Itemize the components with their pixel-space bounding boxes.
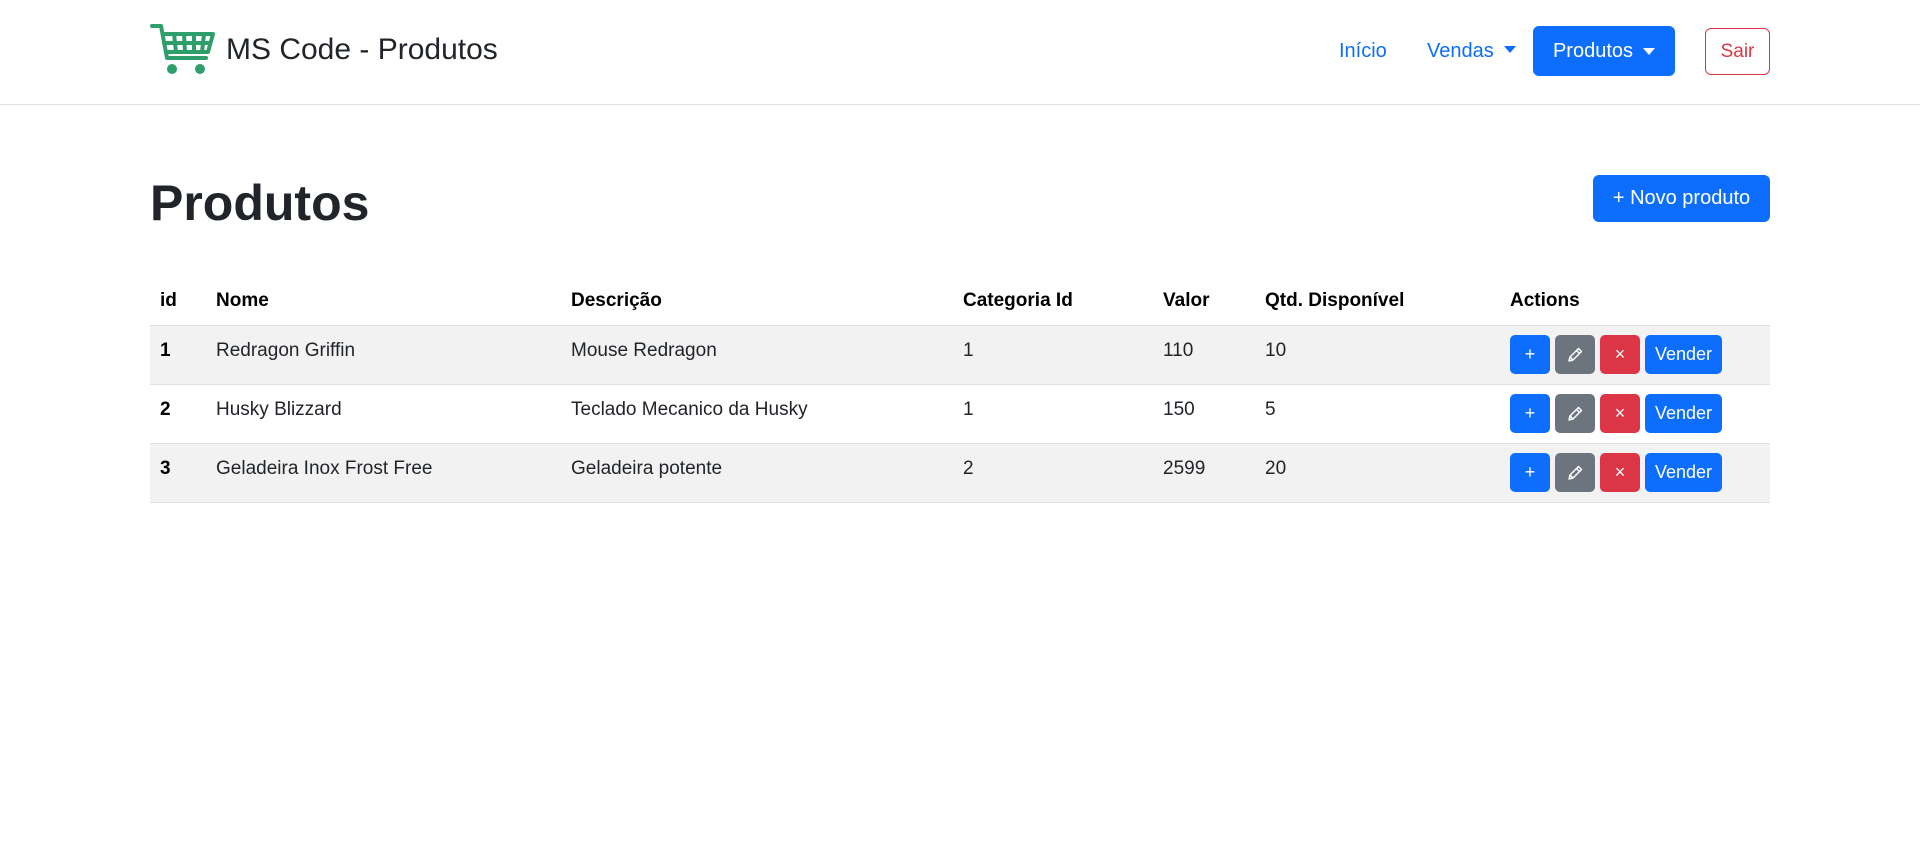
cell-categoria: 2 bbox=[963, 457, 974, 479]
col-header-categoria: Categoria Id bbox=[953, 278, 1153, 326]
cell-qtd: 5 bbox=[1265, 398, 1276, 420]
sell-button[interactable]: Vender bbox=[1645, 394, 1722, 433]
nav-produtos-label: Produtos bbox=[1552, 39, 1634, 62]
shopping-cart-icon bbox=[150, 22, 216, 78]
edit-button[interactable] bbox=[1555, 394, 1595, 433]
products-table: id Nome Descrição Categoria Id Valor Qtd… bbox=[150, 278, 1770, 503]
cell-categoria: 1 bbox=[963, 398, 974, 420]
table-row: 3 Geladeira Inox Frost Free Geladeira po… bbox=[150, 443, 1770, 503]
cell-valor: 2599 bbox=[1163, 457, 1206, 479]
edit-button[interactable] bbox=[1555, 335, 1595, 374]
top-navbar: MS Code - Produtos Início Vendas Produto… bbox=[0, 0, 1920, 105]
table-row: 2 Husky Blizzard Teclado Mecanico da Hus… bbox=[150, 384, 1770, 444]
caret-down-icon bbox=[1643, 47, 1656, 55]
pencil-icon bbox=[1566, 464, 1584, 482]
row-actions: + × Vender bbox=[1510, 335, 1760, 374]
cell-nome: Redragon Griffin bbox=[216, 339, 356, 361]
page-title: Produtos bbox=[150, 175, 370, 231]
table-header: id Nome Descrição Categoria Id Valor Qtd… bbox=[150, 278, 1770, 326]
cell-nome: Husky Blizzard bbox=[216, 398, 342, 420]
nav-inicio[interactable]: Início bbox=[1339, 30, 1387, 72]
table-body: 1 Redragon Griffin Mouse Redragon 1 110 … bbox=[150, 325, 1770, 503]
brand-title: MS Code - Produtos bbox=[226, 33, 498, 66]
caret-down-icon bbox=[1503, 46, 1516, 53]
pencil-icon bbox=[1566, 346, 1584, 364]
new-product-button[interactable]: + Novo produto bbox=[1593, 175, 1770, 222]
col-header-descricao: Descrição bbox=[561, 278, 953, 326]
cell-descricao: Mouse Redragon bbox=[571, 339, 717, 361]
cell-qtd: 20 bbox=[1265, 457, 1287, 479]
nav-vendas-label: Vendas bbox=[1427, 40, 1494, 62]
delete-button[interactable]: × bbox=[1600, 453, 1640, 492]
sell-button[interactable]: Vender bbox=[1645, 335, 1722, 374]
delete-button[interactable]: × bbox=[1600, 394, 1640, 433]
cell-qtd: 10 bbox=[1265, 339, 1287, 361]
cell-descricao: Teclado Mecanico da Husky bbox=[571, 398, 808, 420]
nav-vendas-dropdown[interactable]: Vendas bbox=[1427, 30, 1516, 72]
nav-produtos-dropdown[interactable]: Produtos bbox=[1533, 26, 1675, 76]
cell-id: 2 bbox=[160, 398, 171, 420]
col-header-id: id bbox=[150, 278, 206, 326]
row-actions: + × Vender bbox=[1510, 453, 1760, 492]
cell-categoria: 1 bbox=[963, 339, 974, 361]
row-actions: + × Vender bbox=[1510, 394, 1760, 433]
add-stock-button[interactable]: + bbox=[1510, 394, 1550, 433]
brand-link[interactable]: MS Code - Produtos bbox=[150, 22, 498, 78]
table-row: 1 Redragon Griffin Mouse Redragon 1 110 … bbox=[150, 325, 1770, 385]
col-header-qtd: Qtd. Disponível bbox=[1255, 278, 1500, 326]
col-header-actions: Actions bbox=[1500, 278, 1770, 326]
header-row: id Nome Descrição Categoria Id Valor Qtd… bbox=[150, 278, 1770, 326]
cell-descricao: Geladeira potente bbox=[571, 457, 723, 479]
cell-valor: 110 bbox=[1163, 339, 1194, 361]
col-header-nome: Nome bbox=[206, 278, 561, 326]
add-stock-button[interactable]: + bbox=[1510, 453, 1550, 492]
cell-nome: Geladeira Inox Frost Free bbox=[216, 457, 433, 479]
logout-button[interactable]: Sair bbox=[1705, 28, 1770, 75]
cell-valor: 150 bbox=[1163, 398, 1195, 420]
delete-button[interactable]: × bbox=[1600, 335, 1640, 374]
col-header-valor: Valor bbox=[1153, 278, 1255, 326]
edit-button[interactable] bbox=[1555, 453, 1595, 492]
cell-id: 3 bbox=[160, 457, 171, 479]
cell-id: 1 bbox=[160, 339, 171, 361]
sell-button[interactable]: Vender bbox=[1645, 453, 1722, 492]
add-stock-button[interactable]: + bbox=[1510, 335, 1550, 374]
pencil-icon bbox=[1566, 405, 1584, 423]
